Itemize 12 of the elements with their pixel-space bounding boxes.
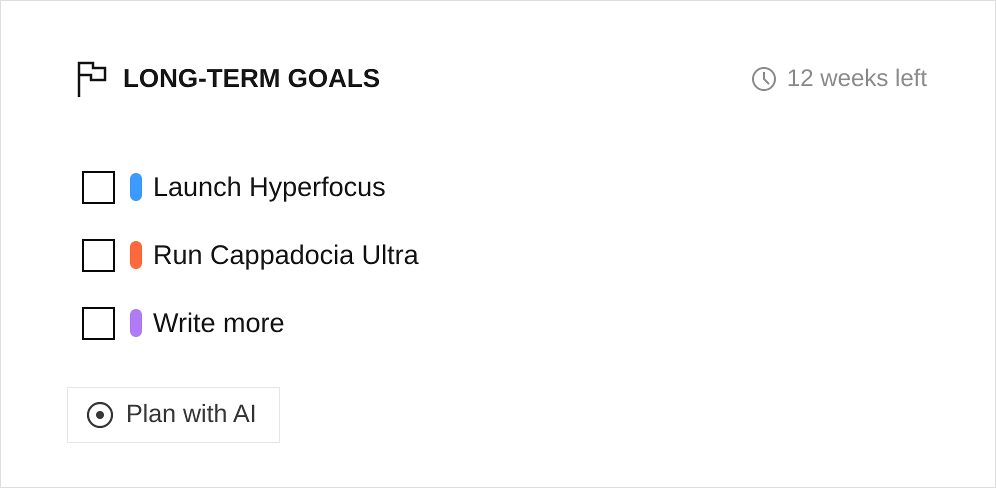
plan-with-ai-button[interactable]: Plan with AI bbox=[67, 387, 280, 443]
flag-icon bbox=[77, 60, 109, 96]
goal-label: Launch Hyperfocus bbox=[153, 170, 386, 204]
goal-checkbox[interactable] bbox=[82, 238, 115, 272]
section-title: LONG-TERM GOALS bbox=[123, 62, 380, 95]
goal-checkbox[interactable] bbox=[82, 170, 115, 204]
time-left: 12 weeks left bbox=[786, 64, 927, 94]
clock-icon bbox=[750, 66, 777, 92]
goal-label: Run Cappadocia Ultra bbox=[153, 238, 419, 272]
goal-label: Write more bbox=[153, 306, 285, 340]
goal-checkbox[interactable] bbox=[82, 306, 115, 340]
radio-dot-icon bbox=[86, 401, 114, 429]
